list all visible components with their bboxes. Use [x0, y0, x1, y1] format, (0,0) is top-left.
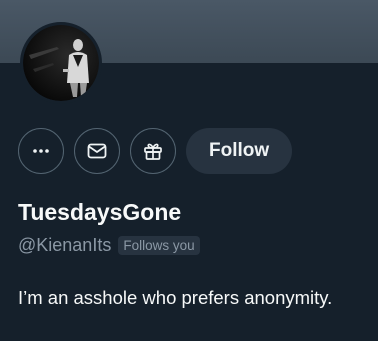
follow-button[interactable]: Follow [186, 128, 293, 174]
gift-icon [144, 143, 162, 160]
gift-button[interactable] [130, 128, 176, 174]
message-button[interactable] [74, 128, 120, 174]
handle-row: @KienanIts Follows you [18, 235, 200, 256]
avatar-image [23, 25, 99, 101]
profile-bio: I’m an asshole who prefers anonymity. [18, 287, 333, 308]
profile-header: Follow TuesdaysGone @KienanIts Follows y… [0, 0, 378, 341]
more-horizontal-icon [33, 149, 49, 153]
follows-you-badge: Follows you [118, 236, 200, 255]
profile-actions: Follow [18, 127, 293, 175]
display-name: TuesdaysGone [18, 199, 182, 225]
more-button[interactable] [18, 128, 64, 174]
user-handle: @KienanIts [18, 235, 112, 255]
envelope-icon [87, 143, 107, 159]
avatar[interactable] [20, 22, 102, 104]
